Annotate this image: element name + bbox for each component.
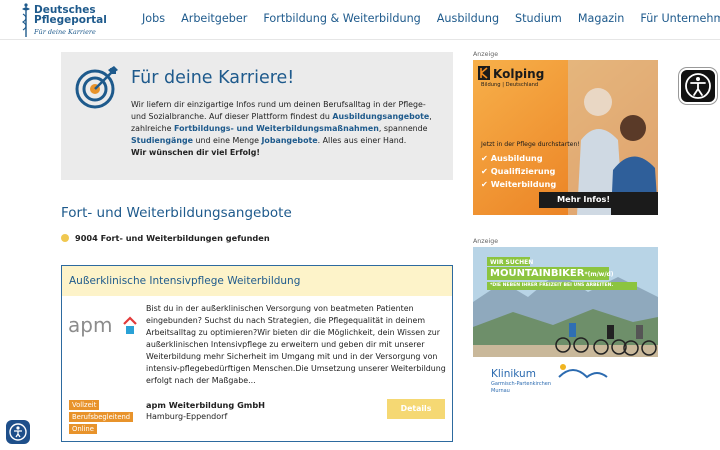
nav-jobs[interactable]: Jobs [142,12,165,25]
ad-klinikum-line2: MOUNTAINBIKER*(m/w/d) [490,268,614,279]
ad-kolping-item-1: ✔ Ausbildung [481,153,543,163]
section-title: Fort- und Weiterbildungsangebote [61,205,292,221]
ad-klinikum-line3: *DIE NEBEN IHRER FREIZEIT BEI UNS ARBEIT… [490,283,614,288]
badge-berufsbegleitend: Berufsbegleitend [69,412,134,422]
ad-label-2: Anzeige [473,238,499,245]
intro-text: Wir liefern dir einzigartige Infos rund … [131,100,432,157]
company-location: Hamburg-Eppendorf [146,412,228,421]
badge-vollzeit: Vollzeit [69,400,100,410]
ad-klinikum-name: Klinikum [491,368,536,380]
nav-arbeitgeber[interactable]: Arbeitgeber [181,12,247,25]
course-title[interactable]: Außerklinische Intensivpflege Weiterbild… [69,275,300,287]
nav-fuer-unternehmen[interactable]: Für Unternehmen [640,12,720,25]
intro-title: Für deine Karriere! [131,68,295,88]
accessibility-toggle-button[interactable] [6,420,30,444]
nav-studium[interactable]: Studium [515,12,562,25]
ad-klinikum-sub2: Murnau [491,388,510,394]
intro-closing: Wir wünschen dir viel Erfolg! [131,148,261,157]
company-name: apm Weiterbildung GmbH [146,400,266,410]
provider-logo-text: apm [68,314,112,337]
person-icon [9,423,27,441]
ad-kolping-headline: Jetzt in der Pflege durchstarten! [481,141,580,148]
link-fortbildungen[interactable]: Fortbildungs- und Weiterbildungsmaßnahme… [174,124,379,133]
course-badges: Vollzeit Berufsbegleitend Online [69,400,135,436]
ad-klinikum-sub1: Garmisch-Partenkirchen [491,381,552,387]
nav-magazin[interactable]: Magazin [578,12,625,25]
ad-label-1: Anzeige [473,51,499,58]
ad-kolping[interactable]: Kolping Bildung | Deutschland Jetzt in d… [473,60,658,215]
course-card-header: Außerklinische Intensivpflege Weiterbild… [62,266,452,296]
link-ausbildungsangebote[interactable]: Ausbildungsangebote [332,112,429,121]
ad-klinikum-line1: WIR SUCHEN [490,259,534,266]
site-header: Deutsches Pflegeportal Für deine Karrier… [0,0,720,40]
logo-line-2: Pflegeportal [34,14,107,26]
ad-kolping-brand-sub: Bildung | Deutschland [481,82,539,88]
target-icon [75,66,118,109]
course-card[interactable]: Außerklinische Intensivpflege Weiterbild… [61,265,453,442]
accessibility-button[interactable] [679,68,717,104]
link-studiengaenge[interactable]: Studiengänge [131,136,193,145]
caduceus-icon [22,3,30,37]
nav-ausbildung[interactable]: Ausbildung [437,12,499,25]
bullet-dot [61,234,69,242]
ad-klinikum[interactable]: WIR SUCHEN MOUNTAINBIKER*(m/w/d) *DIE NE… [473,247,658,397]
badge-online: Online [69,424,97,434]
logo-tagline: Für deine Karriere [34,28,96,36]
result-count: 9004 Fort- und Weiterbildungen gefunden [61,233,270,243]
course-description: Bist du in der außerklinischen Versorgun… [146,304,446,385]
site-logo[interactable]: Deutsches Pflegeportal Für deine Karrier… [20,2,130,38]
ad-kolping-brand: Kolping [493,67,545,81]
link-jobangebote[interactable]: Jobangebote [261,136,317,145]
provider-logo: apm [68,314,137,337]
result-count-text: 9004 Fort- und Weiterbildungen gefunden [75,233,270,243]
main-nav: Jobs Arbeitgeber Fortbildung & Weiterbil… [142,12,720,25]
ad-kolping-cta[interactable]: Mehr Infos! [557,194,610,204]
ad-kolping-item-3: ✔ Weiterbildung [481,179,557,189]
ad-kolping-item-2: ✔ Qualifizierung [481,166,556,176]
details-button[interactable]: Details [387,399,445,419]
nav-fortbildung[interactable]: Fortbildung & Weiterbildung [263,12,420,25]
accessibility-icon [685,73,711,99]
intro-box: Für deine Karriere! Wir liefern dir einz… [61,52,453,180]
